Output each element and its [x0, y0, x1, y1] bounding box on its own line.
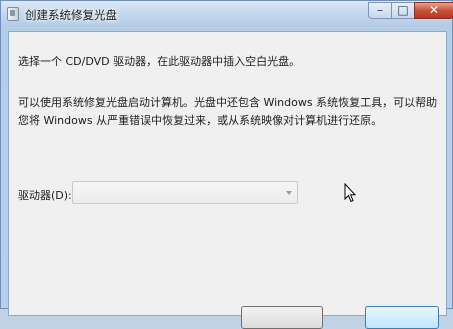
drive-dropdown[interactable]	[72, 181, 298, 204]
title-bar[interactable]: 创建系统修复光盘 – □ ✕	[1, 1, 453, 27]
drive-label: 驱动器(D):	[18, 189, 72, 202]
dialog-window: 创建系统修复光盘 – □ ✕ 选择一个 CD/DVD 驱动器，在此驱动器中插入空…	[0, 0, 453, 329]
cancel-button[interactable]	[365, 306, 439, 329]
close-button[interactable]: ✕	[414, 2, 453, 19]
maximize-button[interactable]: □	[391, 2, 415, 19]
instruction-text: 选择一个 CD/DVD 驱动器，在此驱动器中插入空白光盘。	[18, 55, 301, 68]
dropdown-arrow-icon[interactable]	[286, 191, 292, 195]
description-text: 可以使用系统修复光盘启动计算机。光盘中还包含 Windows 系统恢复工具，可以…	[18, 96, 438, 127]
mouse-cursor-icon	[344, 183, 356, 203]
dialog-content: 选择一个 CD/DVD 驱动器，在此驱动器中插入空白光盘。 可以使用系统修复光盘…	[8, 31, 447, 329]
disc-burn-app-icon	[7, 7, 19, 21]
minimize-button[interactable]: –	[368, 2, 392, 19]
window-title: 创建系统修复光盘	[25, 8, 117, 22]
create-disc-button[interactable]	[241, 306, 323, 329]
